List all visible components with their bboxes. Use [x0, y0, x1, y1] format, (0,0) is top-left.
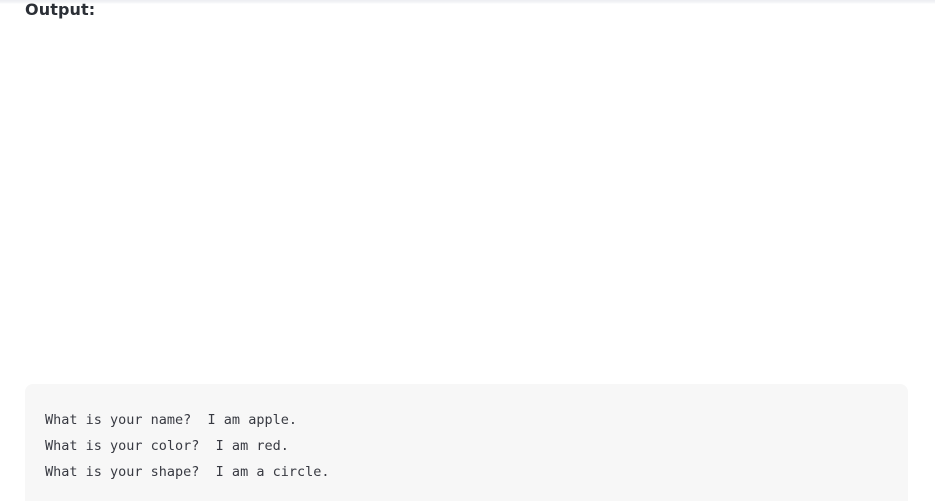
top-bar-shadow [0, 0, 935, 4]
output-heading: Output: [25, 0, 96, 19]
output-code-block: What is your name? I am apple. What is y… [25, 384, 908, 501]
output-line-3: What is your shape? I am a circle. [45, 464, 330, 480]
output-line-2: What is your color? I am red. [45, 438, 289, 454]
output-line-1: What is your name? I am apple. [45, 412, 297, 428]
